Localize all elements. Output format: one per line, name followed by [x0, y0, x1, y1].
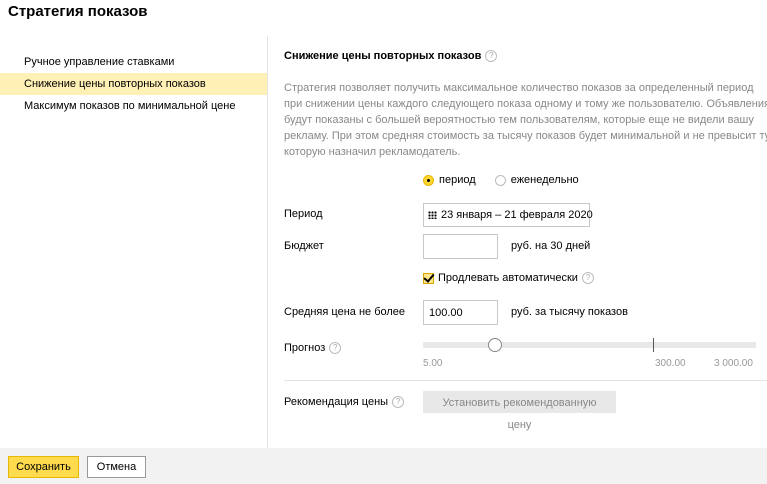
recommendation-label-row: Рекомендация цены?	[284, 396, 405, 409]
strategy-settings-panel: Снижение цены повторных показов? Стратег…	[268, 36, 767, 448]
auto-extend-label[interactable]: Продлевать автоматически	[438, 272, 578, 284]
strategy-description: Стратегия позволяет получить максимально…	[284, 82, 767, 158]
forecast-tick-min: 5.00	[423, 358, 443, 369]
avg-price-input[interactable]	[423, 300, 498, 325]
period-date-picker[interactable]: 23 января – 21 февраля 2020	[423, 203, 593, 227]
recommendation-label: Рекомендация цены	[284, 396, 389, 408]
period-label: Период	[284, 208, 323, 220]
avg-price-unit: руб. за тысячу показов	[511, 306, 628, 318]
forecast-slider-handle[interactable]	[488, 338, 502, 352]
auto-extend-row: Продлевать автоматически?	[423, 272, 594, 285]
sidebar-item-manual-bids[interactable]: Ручное управление ставками	[0, 51, 267, 73]
sidebar-item-repeat-price-reduction[interactable]: Снижение цены повторных показов	[0, 73, 267, 95]
avg-price-label: Средняя цена не более	[284, 306, 406, 318]
radio-period[interactable]	[423, 174, 434, 186]
forecast-tick-mid: 300.00	[655, 358, 686, 369]
forecast-label: Прогноз	[284, 342, 326, 354]
strategy-sidebar: Ручное управление ставками Снижение цены…	[0, 36, 268, 448]
help-icon[interactable]: ?	[392, 396, 405, 409]
period-value: 23 января – 21 февраля 2020	[441, 209, 593, 221]
dialog-title: Стратегия показов	[8, 3, 148, 20]
cancel-button[interactable]: Отмена	[87, 456, 146, 478]
forecast-slider-track[interactable]	[423, 342, 756, 348]
set-recommended-price-button[interactable]: Установить рекомендованную цену	[423, 391, 616, 431]
budget-input[interactable]	[423, 234, 498, 259]
help-icon[interactable]: ?	[329, 342, 342, 355]
radio-weekly[interactable]	[494, 174, 506, 186]
strategy-title: Снижение цены повторных показов?	[284, 50, 498, 63]
calendar-icon	[428, 211, 437, 220]
dialog-footer: Сохранить Отмена	[0, 448, 767, 484]
forecast-tick-max: 3 000.00	[714, 358, 753, 369]
budget-unit: руб. на 30 дней	[511, 240, 591, 252]
strategy-title-text: Снижение цены повторных показов	[284, 50, 482, 62]
help-icon[interactable]: ?	[485, 50, 498, 63]
auto-extend-checkbox[interactable]	[423, 272, 434, 284]
save-button[interactable]: Сохранить	[8, 456, 79, 478]
help-icon[interactable]: ?	[581, 272, 594, 285]
budget-label: Бюджет	[284, 240, 324, 252]
period-mode-radio-group: период еженедельно	[423, 174, 595, 186]
radio-period-label[interactable]: период	[439, 174, 476, 186]
sidebar-item-max-impressions-min-price[interactable]: Максимум показов по минимальной цене	[0, 95, 267, 117]
forecast-slider-marker	[653, 338, 654, 352]
forecast-label-row: Прогноз?	[284, 342, 342, 355]
radio-weekly-label[interactable]: еженедельно	[511, 174, 579, 186]
divider	[284, 380, 767, 381]
